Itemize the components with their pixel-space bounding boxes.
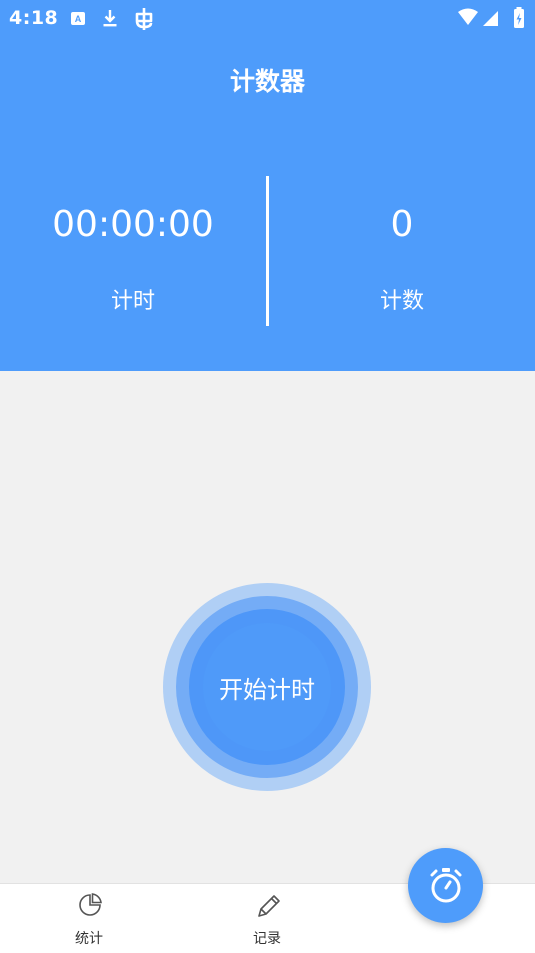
pencil-icon: [258, 895, 280, 917]
start-timer-label: 开始计时: [219, 675, 315, 704]
nav-label-records: 记录: [253, 931, 281, 947]
timer-label: 计时: [110, 289, 155, 314]
pie-chart-icon: [79, 893, 102, 916]
nav-item-stats[interactable]: 统计: [39, 884, 139, 953]
wifi-icon: [457, 6, 479, 34]
count-label: 计数: [379, 289, 424, 314]
stopwatch-fab-button[interactable]: [408, 848, 483, 923]
stopwatch-icon: [430, 868, 462, 903]
start-timer-button[interactable]: 开始计时: [189, 609, 345, 765]
app-title: 计数器: [229, 67, 305, 96]
signal-icon: [482, 6, 500, 34]
nav-label-stats: 统计: [75, 931, 103, 947]
status-time: 4:18: [9, 7, 59, 29]
svg-text:A: A: [75, 14, 82, 24]
bug-icon: [132, 6, 156, 36]
nav-item-records[interactable]: 记录: [217, 884, 317, 953]
timer-value: 00:00:00: [52, 204, 214, 245]
header: 4:18 A 计数器 00:00:00 计时 0 计数: [0, 0, 535, 371]
status-bar: 4:18 A: [0, 0, 535, 38]
download-icon: [102, 6, 118, 34]
count-value: 0: [390, 204, 414, 245]
battery-charging-icon: [512, 6, 526, 34]
app-a-icon: A: [70, 6, 86, 34]
